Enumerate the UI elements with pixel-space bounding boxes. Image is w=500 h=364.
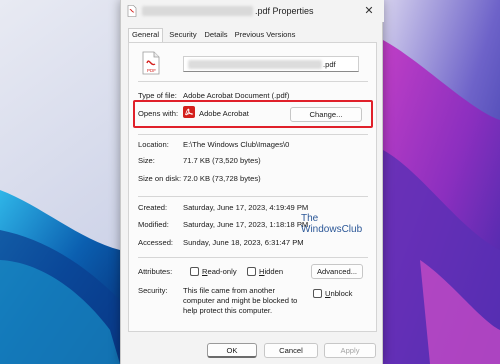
type-label: Type of file: [138, 91, 177, 100]
readonly-checkbox[interactable] [190, 267, 199, 276]
security-text-line3: help protect this computer. [183, 306, 273, 315]
security-text-line2: computer and might be blocked to [183, 296, 298, 305]
type-value: Adobe Acrobat Document (.pdf) [183, 91, 290, 100]
filename-field[interactable]: .pdf [183, 56, 359, 72]
adobe-acrobat-icon [183, 106, 195, 118]
tab-previous-versions[interactable]: Previous Versions [232, 29, 298, 42]
attributes-label: Attributes: [138, 267, 173, 276]
size-label: Size: [138, 156, 155, 165]
tab-security[interactable]: Security [165, 29, 201, 42]
pdf-file-icon [127, 5, 137, 17]
watermark-line2: WindowsClub [301, 224, 363, 235]
created-value: Saturday, June 17, 2023, 4:19:49 PM [183, 203, 309, 212]
dialog-title: .pdf Properties [255, 6, 314, 16]
divider [138, 257, 368, 258]
accessed-label: Accessed: [138, 238, 174, 247]
title-bar: .pdf Properties ✕ [121, 0, 384, 22]
divider [138, 81, 368, 82]
location-value: E:\The Windows Club\Images\0 [183, 140, 290, 149]
tab-general[interactable]: General [128, 28, 163, 43]
watermark-line1: The [301, 213, 319, 224]
opens-with-app: Adobe Acrobat [199, 109, 249, 118]
advanced-button[interactable]: Advanced... [311, 264, 363, 279]
divider [138, 196, 368, 197]
opens-with-label: Opens with: [138, 109, 179, 118]
tab-details[interactable]: Details [202, 29, 230, 42]
properties-dialog: .pdf Properties ✕ General Security Detai… [120, 0, 384, 364]
modified-value: Saturday, June 17, 2023, 1:18:18 PM [183, 220, 309, 229]
cancel-button[interactable]: Cancel [264, 343, 318, 358]
readonly-label: Read-only [202, 267, 237, 276]
modified-label: Modified: [138, 220, 169, 229]
size-on-disk-label: Size on disk: [138, 174, 182, 183]
general-panel: PDF .pdf Type of file: Adobe Acrobat Doc… [128, 42, 377, 332]
hidden-checkbox[interactable] [247, 267, 256, 276]
security-text-line1: This file came from another [183, 286, 276, 295]
divider [138, 134, 368, 135]
unblock-checkbox[interactable] [313, 289, 322, 298]
unblock-label: Unblock [325, 289, 353, 298]
pdf-icon-label: PDF [147, 68, 156, 73]
watermark: The WindowsClub [301, 213, 362, 235]
ok-button[interactable]: OK [207, 343, 257, 358]
created-label: Created: [138, 203, 168, 212]
redacted-filename-field [188, 60, 322, 69]
location-label: Location: [138, 140, 169, 149]
accessed-value: Sunday, June 18, 2023, 6:31:47 PM [183, 238, 304, 247]
redacted-filename [142, 6, 253, 16]
hidden-label: Hidden [259, 267, 284, 276]
apply-button[interactable]: Apply [324, 343, 376, 358]
security-label: Security: [138, 286, 168, 295]
pdf-file-large-icon: PDF [142, 51, 160, 75]
size-value: 71.7 KB (73,520 bytes) [183, 156, 261, 165]
change-button[interactable]: Change... [290, 107, 362, 122]
close-button[interactable]: ✕ [358, 2, 380, 20]
filename-extension: .pdf [323, 60, 336, 69]
size-on-disk-value: 72.0 KB (73,728 bytes) [183, 174, 261, 183]
